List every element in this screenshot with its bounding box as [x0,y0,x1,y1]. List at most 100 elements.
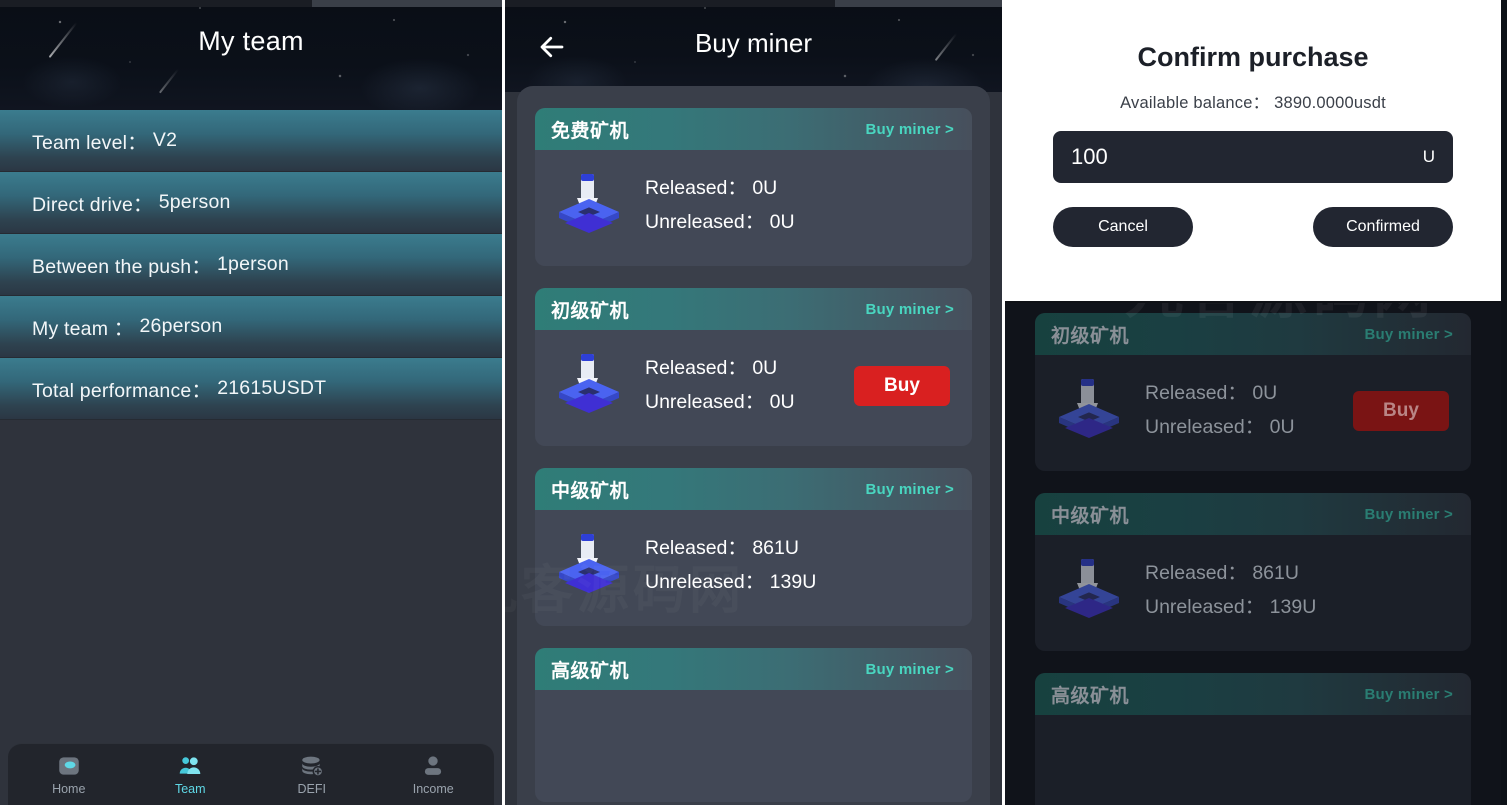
unreleased-row: Unreleased： 139U [645,566,956,600]
dimmed-miner-list: 初级矿机 Buy miner > Released： 0U Unreleased… [1017,303,1489,805]
buy-miner-panel: Buy miner 九客源码网 免费矿机 Buy miner > [502,0,1005,805]
status-bar [505,0,1002,7]
miner-name: 中级矿机 [551,480,630,502]
stat-value: 1person [217,253,289,275]
miner-card[interactable]: 高级矿机 Buy miner > [1035,673,1471,805]
confirm-purchase-dialog: Confirm purchase Available balance： 3890… [1005,0,1501,303]
available-balance: Available balance： 3890.0000usdt [1005,89,1501,113]
three-panel-screenshot: My team Team level： V2 Direct drive： 5pe… [0,0,1507,805]
miner-name: 高级矿机 [551,660,630,682]
buy-button[interactable]: Buy [854,366,950,406]
my-team-header: My team [0,0,502,110]
tab-income[interactable]: Income [389,753,477,796]
miner-card-header: 中级矿机 Buy miner > [535,468,972,510]
tab-home[interactable]: Home [25,753,113,796]
buy-miner-link[interactable]: Buy miner > [1365,326,1453,343]
buy-miner-link[interactable]: Buy miner > [866,301,954,318]
dialog-title: Confirm purchase [1137,42,1369,72]
miner-list: 免费矿机 Buy miner > Released： 0U Unreleased… [517,86,990,805]
stat-value: 21615USDT [217,377,327,399]
tab-defi[interactable]: DEFI [268,753,356,796]
unreleased-label: Unreleased： [645,391,765,413]
amount-input[interactable] [1053,144,1453,170]
unreleased-row: Unreleased： 0U [1145,411,1335,445]
miner-rig-icon [559,354,619,413]
released-row: Released： 0U [1145,377,1335,411]
cancel-button[interactable]: Cancel [1053,207,1193,247]
released-value: 861U [1252,562,1299,585]
miner-card[interactable]: 免费矿机 Buy miner > Released： 0U Unreleased… [535,108,972,266]
miner-rig-icon [1059,379,1119,438]
miner-stats: Released： 0U Unreleased： 0U [645,172,956,239]
buy-miner-link[interactable]: Buy miner > [866,661,954,678]
miner-card-header: 初级矿机 Buy miner > [1035,313,1471,355]
stat-label: Between the push： [32,256,212,278]
unreleased-row: Unreleased： 0U [645,206,956,240]
released-label: Released： [1145,382,1247,405]
miner-card-header: 中级矿机 Buy miner > [1035,493,1471,535]
unreleased-value: 139U [1269,596,1317,618]
stat-value: V2 [152,129,178,151]
stat-label: Total performance： [32,380,212,402]
buy-miner-link[interactable]: Buy miner > [1365,686,1453,703]
miner-name: 初级矿机 [551,300,630,322]
miner-name: 中级矿机 [1051,505,1130,527]
stat-row-between-push: Between the push： 1person [0,234,502,296]
released-label: Released： [645,357,747,380]
miner-rig-icon [559,534,619,593]
buy-button[interactable]: Buy [1353,391,1449,431]
stat-label: Team level： [32,132,147,154]
buy-miner-link[interactable]: Buy miner > [866,121,954,138]
released-value: 861U [752,537,799,560]
buy-miner-link[interactable]: Buy miner > [1365,506,1453,523]
stat-label: Direct drive： [32,194,153,216]
amount-unit-label: U [1422,147,1435,166]
status-bar [0,0,502,7]
amount-field[interactable]: U [1053,131,1453,183]
confirm-purchase-panel: 九客源码网 初级矿机 Buy miner > [1005,0,1501,805]
miner-rig-icon [559,174,619,233]
released-label: Released： [1145,562,1247,585]
income-icon [425,756,442,775]
unreleased-row: Unreleased： 0U [645,386,836,420]
stat-row-direct-drive: Direct drive： 5person [0,172,502,234]
stat-row-my-team: My team ： 26person [0,296,502,358]
stat-label: My team ： [32,318,134,340]
miner-stats: Released： 0U Unreleased： 0U [645,352,836,419]
released-value: 0U [752,177,778,200]
miner-card[interactable]: 高级矿机 Buy miner > [535,648,972,802]
confirm-button[interactable]: Confirmed [1313,207,1453,247]
miner-card-body: Released： 861U Unreleased： 139U [1035,535,1471,651]
unreleased-row: Unreleased： 139U [1145,591,1455,625]
stat-value: 26person [139,315,223,337]
released-row: Released： 861U [645,532,956,566]
meteor-decoration [158,68,180,94]
tab-label: DEFI [297,782,326,796]
tab-team[interactable]: Team [146,753,234,796]
miner-card-body [1035,715,1471,805]
defi-icon [302,756,324,777]
stat-row-total-performance: Total performance： 21615USDT [0,358,502,420]
unreleased-label: Unreleased： [1145,596,1265,618]
miner-stats: Released： 0U Unreleased： 0U [1145,377,1335,444]
unreleased-value: 0U [1269,416,1295,438]
unreleased-label: Unreleased： [645,571,765,593]
miner-card-body: Released： 0U Unreleased： 0U [535,150,972,266]
miner-card[interactable]: 中级矿机 Buy miner > Released： 861U Unreleas… [535,468,972,626]
miner-card[interactable]: 初级矿机 Buy miner > Released： 0U Unreleased… [535,288,972,446]
tab-label: Home [52,782,86,796]
miner-card-header: 免费矿机 Buy miner > [535,108,972,150]
unreleased-value: 139U [769,571,817,593]
team-stats-list: Team level： V2 Direct drive： 5person Bet… [0,110,502,420]
buy-miner-link[interactable]: Buy miner > [866,481,954,498]
buy-miner-header: Buy miner [505,0,1002,92]
miner-card[interactable]: 中级矿机 Buy miner > Released： 861U Unreleas… [1035,493,1471,651]
miner-name: 免费矿机 [551,120,630,142]
unreleased-value: 0U [769,391,795,413]
released-value: 0U [1252,382,1278,405]
balance-value: 3890.0000usdt [1274,94,1386,112]
miner-card[interactable]: 初级矿机 Buy miner > Released： 0U Unreleased… [1035,313,1471,471]
released-label: Released： [645,537,747,560]
unreleased-value: 0U [769,211,795,233]
unreleased-label: Unreleased： [645,211,765,233]
